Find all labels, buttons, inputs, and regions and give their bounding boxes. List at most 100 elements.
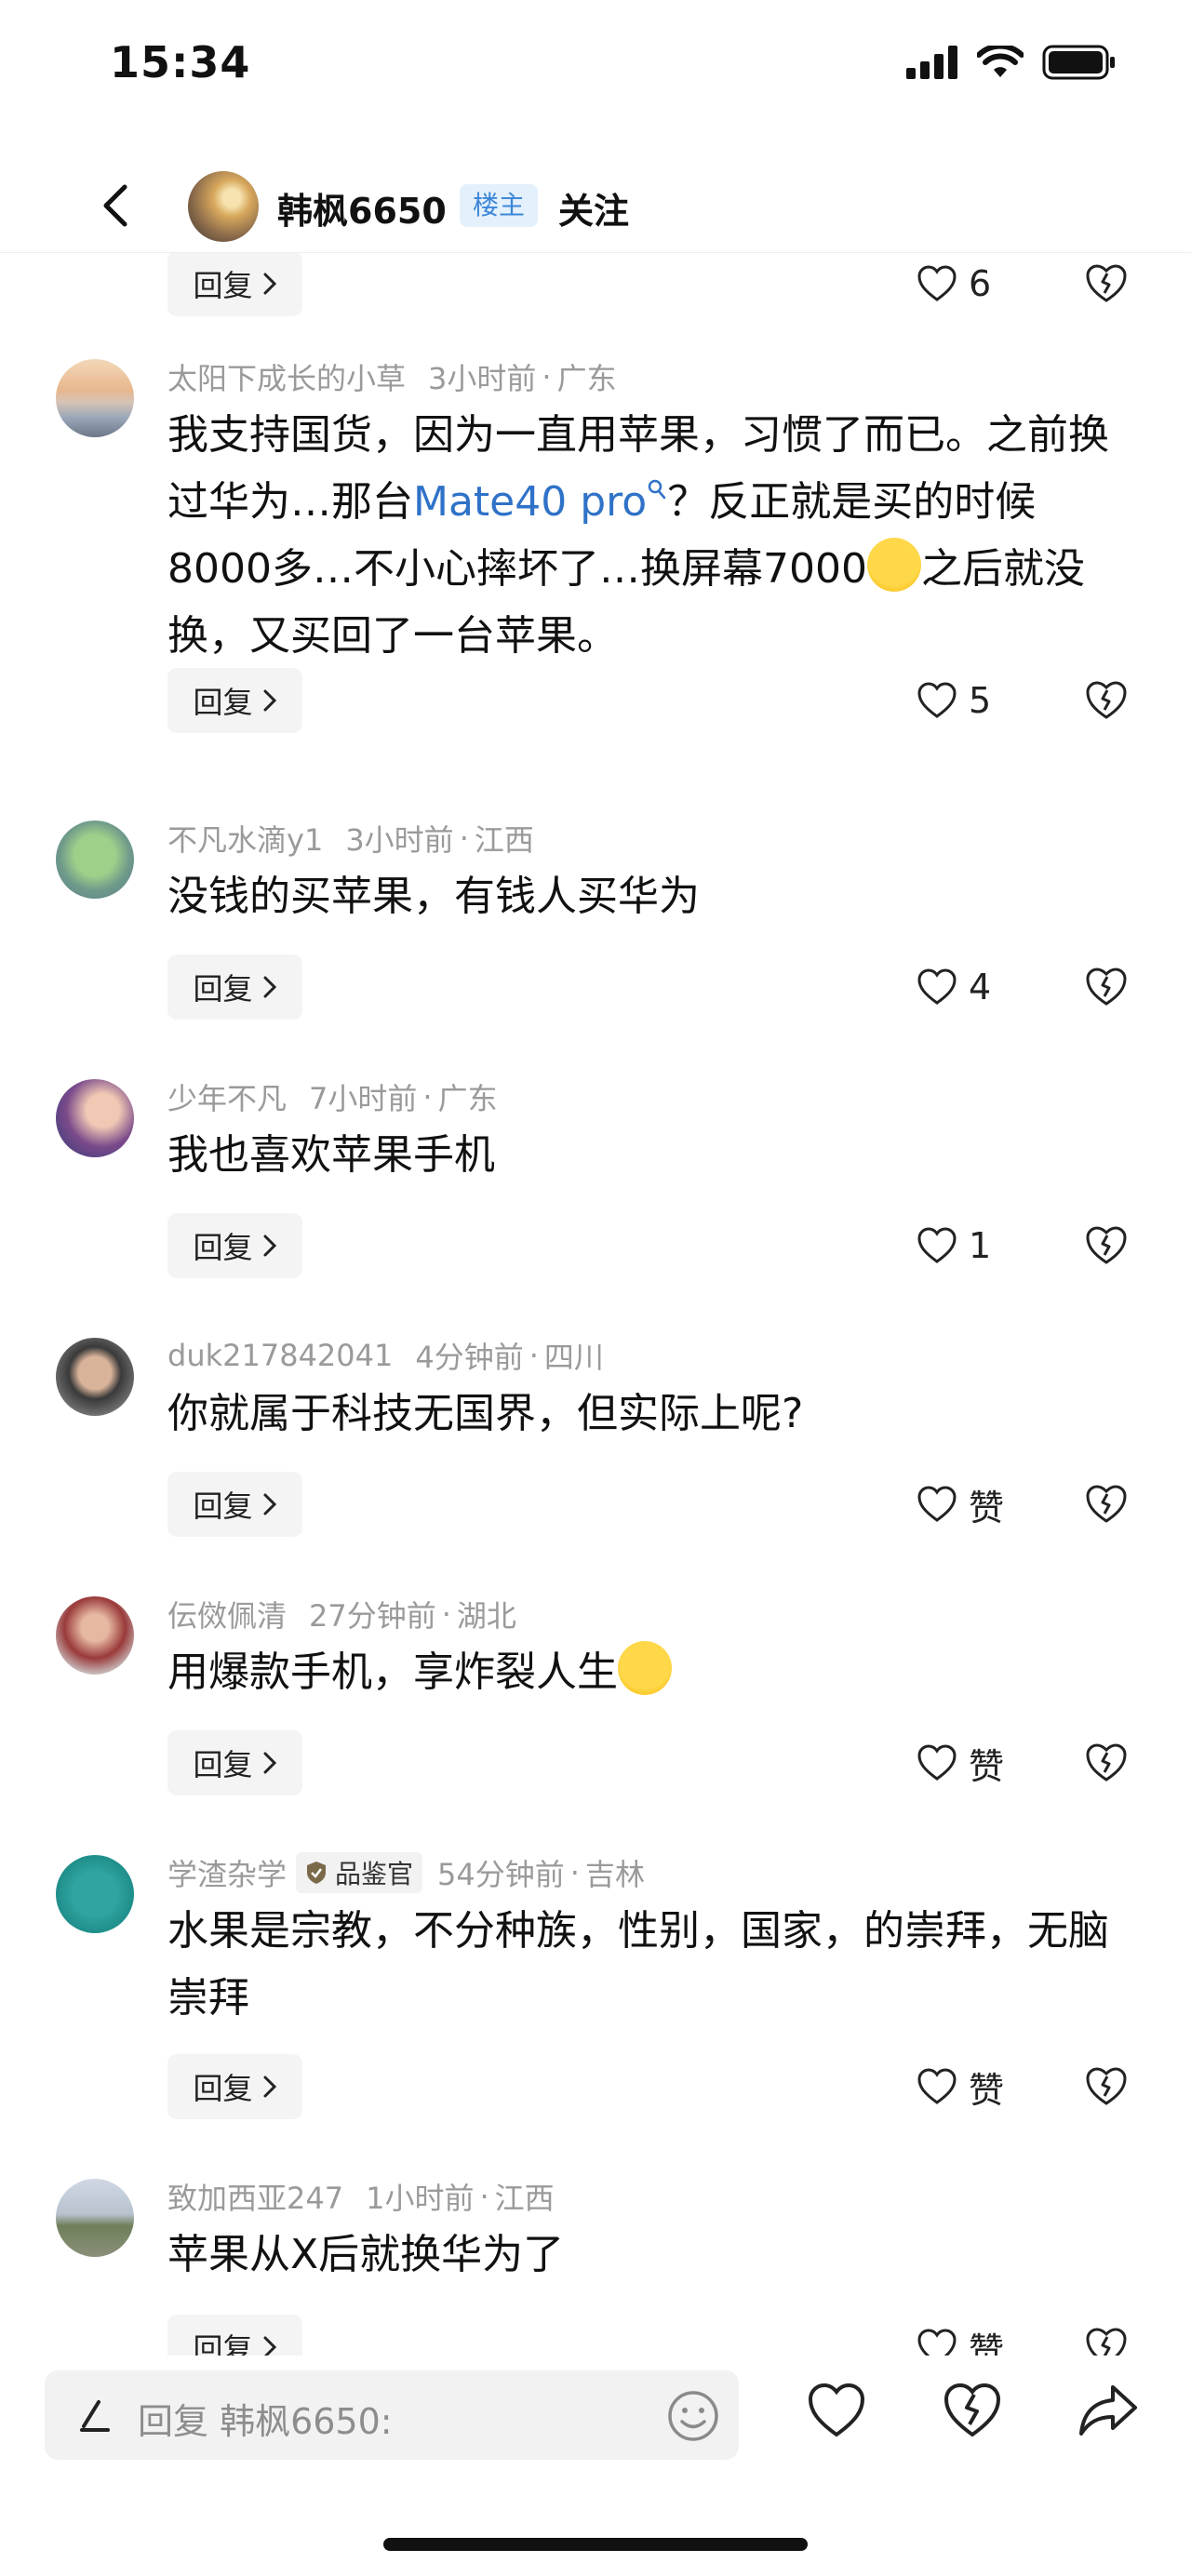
comment-location: 江西 [474,822,534,858]
dislike-button[interactable] [1081,668,1131,733]
follow-button[interactable]: 关注 [558,182,629,234]
comment-time: 54分钟前 [437,1857,565,1892]
comment-time: 7小时前 [309,1081,418,1116]
heart-icon [917,2068,957,2104]
reply-button[interactable]: 回复 [167,668,302,733]
dislike-button[interactable] [1081,954,1131,1020]
dislike-button[interactable] [1081,1472,1131,1537]
reply-button[interactable]: 回复 [167,253,302,316]
reply-button[interactable]: 回复 [167,2315,302,2356]
reply-button[interactable]: 回复 [167,2054,302,2119]
comment-text: 苹果从X后就换华为了 [167,2231,565,2278]
comment-meta: 少年不凡 7小时前 · 广东 [167,1075,498,1118]
reply-label: 回复 [193,1747,253,1782]
heart-icon [917,1486,957,1522]
like-button[interactable]: 1 [917,1213,991,1278]
avatar[interactable] [56,359,134,437]
chevron-right-icon [263,2336,276,2356]
owner-badge: 楼主 [460,184,539,227]
avatar[interactable] [56,1855,134,1933]
avatar[interactable] [56,1079,134,1157]
reply-button[interactable]: 回复 [167,954,302,1020]
nav-header: 韩枫6650 楼主 关注 [0,158,1191,253]
comment-text: 你就属于科技无国界，但实际上呢? [167,1390,804,1437]
comment-username[interactable]: 不凡水滴y1 [167,817,323,860]
like-button[interactable]: 4 [917,954,991,1020]
comment-list[interactable]: 回复 6 太阳下成长的小草 3小时前 · 广东 我支持国货，因为一直用苹果，习惯… [0,253,1191,2356]
dislike-button[interactable] [1081,1213,1131,1278]
comment-location: 四川 [543,1340,604,1375]
chevron-right-icon [263,2075,276,2098]
heart-icon [917,1744,957,1781]
comment-username[interactable]: 伝傚佩清 [167,1593,287,1635]
home-indicator [383,2538,808,2551]
comment-time: 1小时前 [366,2181,475,2216]
dislike-button[interactable] [1081,2315,1131,2356]
status-icons [906,45,1117,80]
like-count: 1 [969,1225,992,1266]
reply-button[interactable]: 回复 [167,1730,302,1795]
comment-text: 水果是宗教，不分种族，性别，国家，的崇拜，无脑崇拜 [167,1907,1109,2022]
avatar[interactable] [56,1596,134,1675]
comment-meta: duk217842041 4分钟前 · 四川 [167,1334,604,1377]
emoji-icon[interactable] [666,2389,720,2443]
like-button[interactable]: 赞 [917,1730,1004,1795]
comment-actions-partial: 回复 6 [0,253,1191,355]
comment-text: 用爆款手机，享炸裂人生 [167,1639,1135,1706]
author-name[interactable]: 韩枫6650 [277,182,447,234]
wifi-icon [977,46,1024,77]
heart-icon [917,682,957,718]
comment-meta: 太阳下成长的小草 3小时前 · 广东 [167,355,617,398]
like-count: 5 [969,680,992,721]
pen-icon [80,2400,110,2432]
dislike-button[interactable] [1081,1730,1131,1795]
broken-heart-icon [1086,968,1127,1006]
like-button[interactable]: 赞 [917,2315,1004,2356]
broken-heart-icon [1086,1485,1127,1523]
chevron-right-icon [263,273,276,295]
like-button[interactable]: 赞 [917,1472,1004,1537]
like-button[interactable]: 5 [917,668,991,733]
dislike-button[interactable] [1081,253,1131,316]
back-button[interactable] [91,180,138,231]
status-bar: 15:34 [0,0,1191,140]
comment-meta: 伝傚佩清 27分钟前 · 湖北 [167,1593,516,1635]
comment-time: 4分钟前 [415,1340,524,1375]
broken-heart-icon[interactable] [942,2382,1003,2439]
reply-button[interactable]: 回复 [167,1213,302,1278]
heart-icon [917,265,957,301]
comment-username[interactable]: duk217842041 [167,1338,393,1373]
laugh-emoji-icon [866,538,921,592]
status-time: 15:34 [110,37,251,87]
like-button[interactable]: 赞 [917,2054,1004,2119]
reply-label: 回复 [193,268,253,303]
broken-heart-icon [1086,1226,1127,1264]
heart-icon[interactable] [806,2382,867,2439]
search-link[interactable]: Mate40 pro [413,478,667,526]
dislike-button[interactable] [1081,2054,1131,2119]
broken-heart-icon [1086,2328,1127,2356]
like-button[interactable]: 6 [917,253,991,316]
comment-username[interactable]: 太阳下成长的小草 [167,355,406,398]
broken-heart-icon [1086,1743,1127,1782]
reply-input[interactable]: 回复 韩枫6650: [45,2370,739,2460]
avatar[interactable] [56,1338,134,1416]
heart-icon [917,2329,957,2356]
author-avatar[interactable] [188,171,259,242]
comment-username[interactable]: 少年不凡 [167,1075,287,1118]
shield-icon [307,1862,327,1884]
signal-icon [906,46,957,79]
chevron-right-icon [263,1235,276,1257]
broken-heart-icon [1086,681,1127,719]
comment-username[interactable]: 学渣杂学 [167,1851,287,1894]
reply-button[interactable]: 回复 [167,1472,302,1537]
comment-location: 吉林 [584,1857,645,1892]
comment-username[interactable]: 致加西亚247 [167,2175,343,2218]
avatar[interactable] [56,2179,134,2257]
chevron-right-icon [263,689,276,712]
avatar[interactable] [56,821,134,899]
share-icon[interactable] [1077,2382,1139,2439]
comment-location: 广东 [556,361,617,396]
reply-label: 回复 [193,2331,253,2356]
heart-icon [917,1227,957,1263]
